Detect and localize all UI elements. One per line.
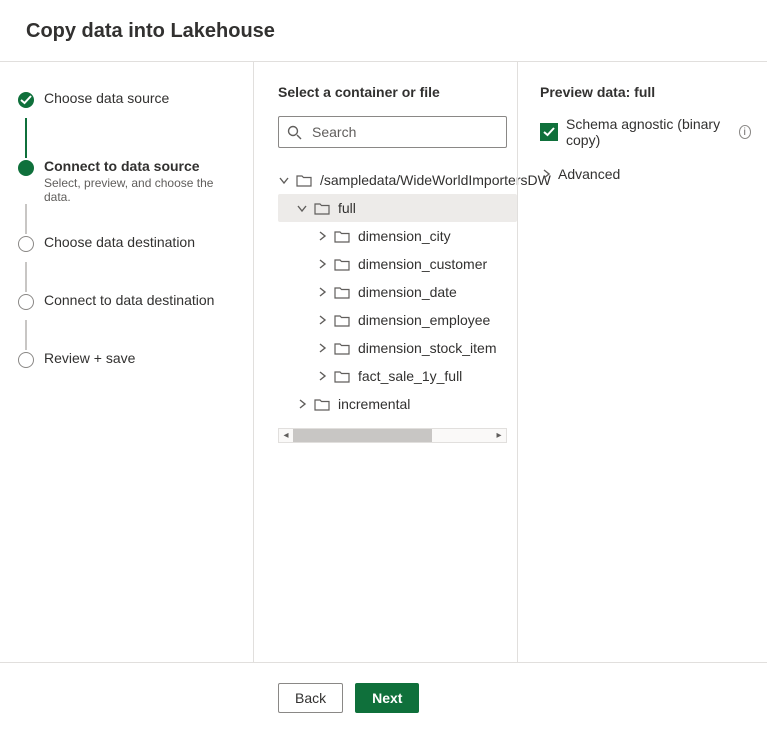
step-upcoming-icon xyxy=(18,352,34,368)
step-sublabel: Select, preview, and choose the data. xyxy=(44,176,239,204)
folder-icon xyxy=(334,369,350,384)
folder-icon xyxy=(334,285,350,300)
horizontal-scrollbar[interactable]: ◂ ▸ xyxy=(278,428,507,443)
tree-node-dimension-date[interactable]: dimension_date xyxy=(278,278,517,306)
tree-node-full[interactable]: full xyxy=(278,194,517,222)
back-button[interactable]: Back xyxy=(278,683,343,713)
scroll-thumb[interactable] xyxy=(293,429,432,442)
preview-title: Preview data: full xyxy=(540,84,751,100)
folder-icon xyxy=(334,257,350,272)
tree-node-label: dimension_city xyxy=(358,228,451,244)
folder-icon xyxy=(334,313,350,328)
folder-icon xyxy=(334,341,350,356)
next-button[interactable]: Next xyxy=(355,683,419,713)
wizard-stepper: Choose data source Connect to data source… xyxy=(0,62,254,662)
chevron-right-icon xyxy=(540,168,552,180)
advanced-label: Advanced xyxy=(558,166,620,182)
tree-node-incremental[interactable]: incremental xyxy=(278,390,517,418)
folder-icon xyxy=(334,229,350,244)
step-label: Choose data destination xyxy=(44,234,195,250)
checkbox-label: Schema agnostic (binary copy) xyxy=(566,116,733,148)
tree-node-dimension-stock-item[interactable]: dimension_stock_item xyxy=(278,334,517,362)
search-input[interactable] xyxy=(310,123,498,141)
scroll-track[interactable] xyxy=(293,429,492,442)
tree-node-dimension-city[interactable]: dimension_city xyxy=(278,222,517,250)
step-connector xyxy=(25,262,27,292)
folder-icon xyxy=(296,173,312,188)
step-connector xyxy=(25,204,27,234)
step-connect-to-data-destination[interactable]: Connect to data destination xyxy=(18,292,239,320)
step-upcoming-icon xyxy=(18,294,34,310)
scroll-left-arrow[interactable]: ◂ xyxy=(279,430,293,441)
search-box[interactable] xyxy=(278,116,507,148)
info-icon[interactable]: i xyxy=(739,125,751,139)
checkbox-checked-icon[interactable] xyxy=(540,123,558,141)
step-complete-icon xyxy=(18,92,34,108)
tree-node-label: dimension_employee xyxy=(358,312,490,328)
step-connector xyxy=(25,118,27,158)
step-choose-data-destination[interactable]: Choose data destination xyxy=(18,234,239,262)
folder-tree: /sampledata/WideWorldImportersDWfulldime… xyxy=(278,166,517,418)
chevron-right-icon[interactable] xyxy=(316,370,328,382)
file-browser-title: Select a container or file xyxy=(278,84,517,100)
scroll-right-arrow[interactable]: ▸ xyxy=(492,430,506,441)
tree-node-label: dimension_stock_item xyxy=(358,340,497,356)
chevron-right-icon[interactable] xyxy=(316,230,328,242)
folder-icon xyxy=(314,397,330,412)
step-label: Review + save xyxy=(44,350,135,366)
step-connector xyxy=(25,320,27,350)
wizard-footer: Back Next xyxy=(0,662,767,732)
tree-node-label: dimension_customer xyxy=(358,256,487,272)
step-label: Choose data source xyxy=(44,90,169,106)
page-title: Copy data into Lakehouse xyxy=(0,0,767,62)
step-current-icon xyxy=(18,160,34,176)
tree-node-label: dimension_date xyxy=(358,284,457,300)
chevron-down-icon[interactable] xyxy=(278,174,290,186)
file-browser-panel: Select a container or file /sampledata/W… xyxy=(254,62,517,662)
chevron-right-icon[interactable] xyxy=(316,258,328,270)
tree-node-dimension-customer[interactable]: dimension_customer xyxy=(278,250,517,278)
step-connect-to-data-source[interactable]: Connect to data source Select, preview, a… xyxy=(18,158,239,204)
chevron-right-icon[interactable] xyxy=(316,286,328,298)
schema-agnostic-option[interactable]: Schema agnostic (binary copy) i xyxy=(540,116,751,148)
step-upcoming-icon xyxy=(18,236,34,252)
folder-icon xyxy=(314,201,330,216)
tree-node-label: full xyxy=(338,200,356,216)
chevron-right-icon[interactable] xyxy=(316,314,328,326)
chevron-right-icon[interactable] xyxy=(296,398,308,410)
step-label: Connect to data source xyxy=(44,158,239,174)
step-review-save[interactable]: Review + save xyxy=(18,350,239,378)
tree-node-label: fact_sale_1y_full xyxy=(358,368,462,384)
tree-node-dimension-employee[interactable]: dimension_employee xyxy=(278,306,517,334)
chevron-down-icon[interactable] xyxy=(296,202,308,214)
advanced-toggle[interactable]: Advanced xyxy=(540,166,751,182)
chevron-right-icon[interactable] xyxy=(316,342,328,354)
tree-node-label: incremental xyxy=(338,396,410,412)
preview-panel: Preview data: full Schema agnostic (bina… xyxy=(517,62,767,662)
tree-node-sampledata-wideworldimportersdw[interactable]: /sampledata/WideWorldImportersDW xyxy=(278,166,517,194)
search-icon xyxy=(287,125,302,140)
step-choose-data-source[interactable]: Choose data source xyxy=(18,90,239,118)
step-label: Connect to data destination xyxy=(44,292,214,308)
tree-node-fact-sale-1y-full[interactable]: fact_sale_1y_full xyxy=(278,362,517,390)
